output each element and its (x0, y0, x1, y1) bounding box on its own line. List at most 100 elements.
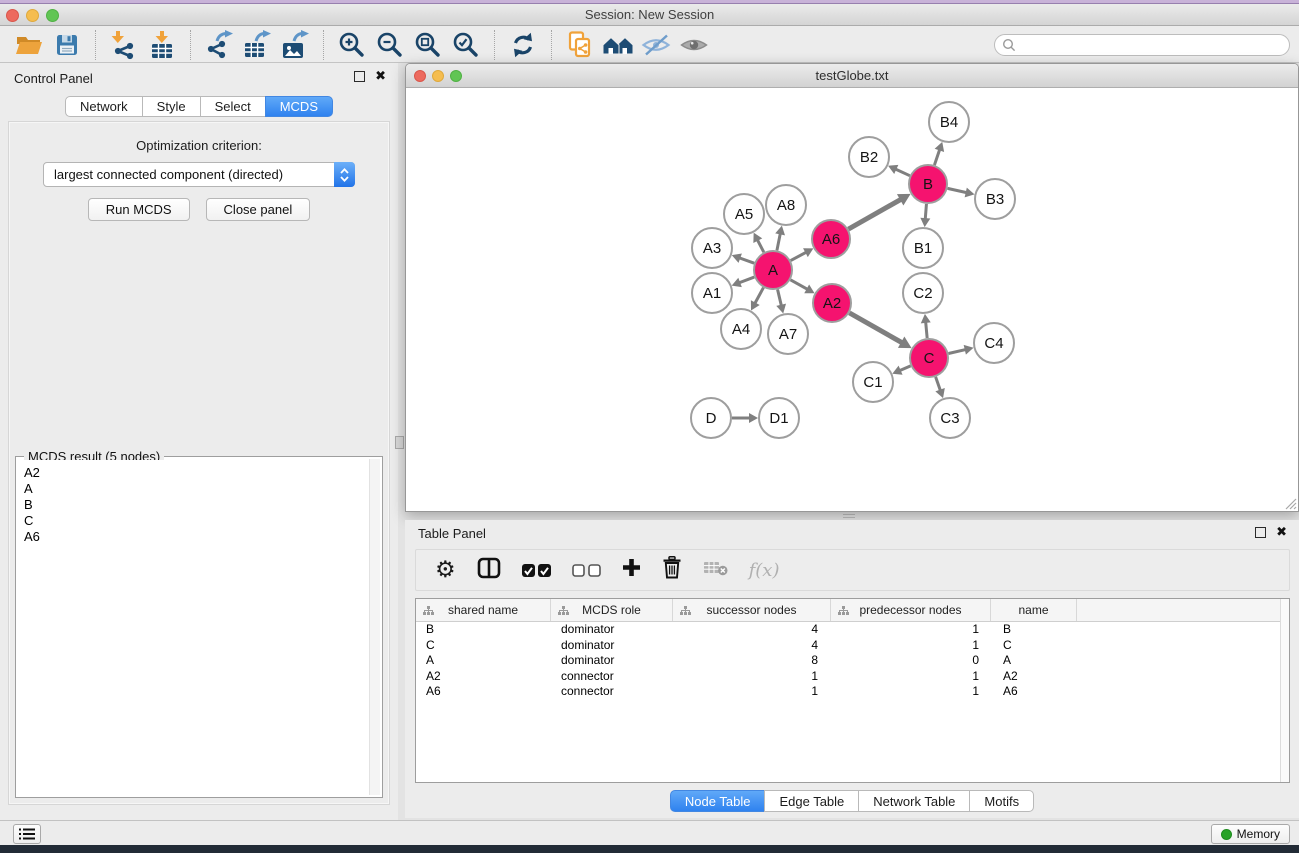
edge-A-A7[interactable] (776, 289, 786, 313)
import-network-button[interactable] (105, 28, 143, 62)
task-history-button[interactable] (13, 824, 41, 844)
criterion-dropdown[interactable]: largest connected component (directed) (43, 162, 355, 187)
edge-A-A2[interactable] (790, 280, 814, 293)
hide-selected-button[interactable] (637, 28, 675, 62)
column-header-successor-nodes[interactable]: successor nodes (673, 599, 831, 621)
zoom-fit-button[interactable] (409, 28, 447, 62)
node-A2[interactable]: A2 (813, 284, 851, 322)
node-B2[interactable]: B2 (849, 137, 889, 177)
edge-A-A5[interactable] (753, 233, 763, 253)
apply-layout-button[interactable] (504, 28, 542, 62)
table-scrollbar[interactable] (1280, 599, 1289, 782)
node-A8[interactable]: A8 (766, 185, 806, 225)
network-window-titlebar[interactable]: testGlobe.txt (406, 64, 1298, 88)
tab-style[interactable]: Style (142, 96, 201, 117)
new-network-from-selection-button[interactable] (561, 28, 599, 62)
add-column-button[interactable] (622, 558, 641, 582)
result-list-scrollbar[interactable] (369, 459, 380, 795)
import-table-button[interactable] (143, 28, 181, 62)
node-B4[interactable]: B4 (929, 102, 969, 142)
zoom-out-button[interactable] (371, 28, 409, 62)
node-A7[interactable]: A7 (768, 314, 808, 354)
edge-A-A4[interactable] (751, 288, 764, 311)
tab-select[interactable]: Select (200, 96, 266, 117)
network-close-button[interactable] (414, 70, 426, 82)
edge-A-A8[interactable] (775, 226, 785, 251)
split-columns-button[interactable] (477, 557, 501, 584)
memory-button[interactable]: Memory (1211, 824, 1290, 844)
node-C4[interactable]: C4 (974, 323, 1014, 363)
node-C2[interactable]: C2 (903, 273, 943, 313)
mcds-result-item[interactable]: A6 (24, 529, 368, 545)
deselect-all-button[interactable] (572, 564, 601, 577)
node-A4[interactable]: A4 (721, 309, 761, 349)
first-neighbors-button[interactable] (599, 28, 637, 62)
zoom-selected-button[interactable] (447, 28, 485, 62)
search-field[interactable] (994, 34, 1290, 56)
edge-C-C3[interactable] (935, 377, 944, 398)
edge-B-B3[interactable] (948, 188, 975, 198)
export-table-button[interactable] (238, 28, 276, 62)
delete-table-button[interactable] (703, 559, 728, 581)
close-panel-button[interactable]: Close panel (206, 198, 311, 221)
tab-network-table[interactable]: Network Table (858, 790, 970, 812)
edge-C-C1[interactable] (892, 366, 910, 375)
float-panel-icon[interactable] (354, 71, 365, 82)
delete-column-button[interactable] (662, 556, 682, 584)
edge-B-B4[interactable] (934, 142, 944, 165)
table-row[interactable]: A2connector11A2 (416, 669, 1289, 685)
function-builder-button[interactable]: f(x) (749, 560, 780, 581)
horizontal-splitter-handle[interactable] (843, 514, 855, 518)
edge-C-C4[interactable] (948, 345, 973, 355)
edge-A-A1[interactable] (732, 277, 755, 287)
tab-motifs[interactable]: Motifs (969, 790, 1034, 812)
edge-A6-B[interactable] (848, 194, 910, 229)
table-row[interactable]: Cdominator41C (416, 638, 1289, 654)
edge-D-D1[interactable] (732, 413, 758, 423)
edge-A-A3[interactable] (732, 253, 754, 263)
close-window-button[interactable] (6, 9, 19, 22)
node-A5[interactable]: A5 (724, 194, 764, 234)
tab-mcds[interactable]: MCDS (265, 96, 333, 117)
tab-network[interactable]: Network (65, 96, 143, 117)
run-mcds-button[interactable]: Run MCDS (88, 198, 190, 221)
mcds-result-item[interactable]: C (24, 513, 368, 529)
node-C[interactable]: C (910, 339, 948, 377)
export-image-button[interactable] (276, 28, 314, 62)
table-row[interactable]: Adominator80A (416, 653, 1289, 669)
open-session-button[interactable] (10, 28, 48, 62)
minimize-window-button[interactable] (26, 9, 39, 22)
tab-edge-table[interactable]: Edge Table (764, 790, 859, 812)
edge-C-C2[interactable] (921, 314, 931, 338)
node-B3[interactable]: B3 (975, 179, 1015, 219)
column-header-mcds-role[interactable]: MCDS role (551, 599, 673, 621)
zoom-window-button[interactable] (46, 9, 59, 22)
network-canvas[interactable]: AA1A2A3A4A5A6A7A8BB1B2B3B4CC1C2C3C4DD1 (406, 89, 1298, 511)
node-C1[interactable]: C1 (853, 362, 893, 402)
node-A[interactable]: A (754, 251, 792, 289)
float-table-panel-icon[interactable] (1255, 527, 1266, 538)
node-A1[interactable]: A1 (692, 273, 732, 313)
search-input[interactable] (1020, 36, 1289, 54)
mcds-result-list[interactable]: A2ABCA6 (18, 460, 368, 795)
mcds-result-item[interactable]: B (24, 497, 368, 513)
resize-grip-icon[interactable] (1283, 496, 1297, 510)
show-all-button[interactable] (675, 28, 713, 62)
table-settings-button[interactable]: ⚙ (435, 559, 456, 582)
node-B[interactable]: B (909, 165, 947, 203)
splitter-handle[interactable] (395, 436, 404, 449)
column-header-predecessor-nodes[interactable]: predecessor nodes (831, 599, 991, 621)
table-row[interactable]: Bdominator41B (416, 622, 1289, 638)
mcds-result-item[interactable]: A2 (24, 465, 368, 481)
edge-B-B1[interactable] (920, 204, 930, 227)
export-network-button[interactable] (200, 28, 238, 62)
node-B1[interactable]: B1 (903, 228, 943, 268)
node-A6[interactable]: A6 (812, 220, 850, 258)
node-D[interactable]: D (691, 398, 731, 438)
tab-node-table[interactable]: Node Table (670, 790, 766, 812)
close-panel-icon[interactable]: ✖ (375, 71, 386, 82)
node-D1[interactable]: D1 (759, 398, 799, 438)
node-C3[interactable]: C3 (930, 398, 970, 438)
zoom-in-button[interactable] (333, 28, 371, 62)
select-all-button[interactable] (522, 564, 551, 577)
